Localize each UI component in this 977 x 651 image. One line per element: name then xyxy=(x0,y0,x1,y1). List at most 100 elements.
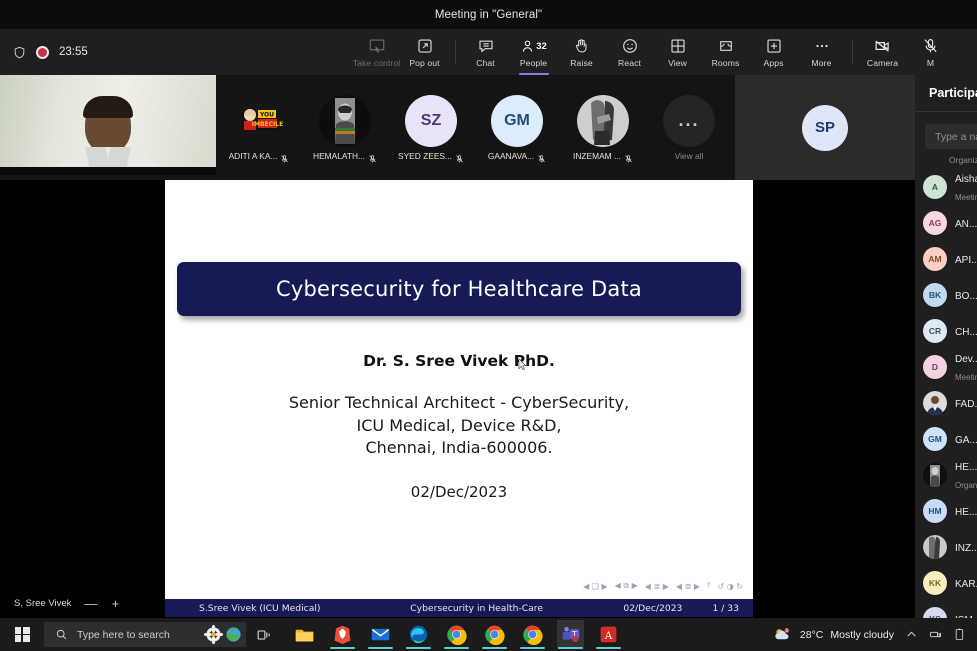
avatar: YOU IMBECILE xyxy=(233,94,285,147)
participant-list-item[interactable]: KK KAR... xyxy=(915,565,977,601)
participant-list-item[interactable]: AG AN... xyxy=(915,205,977,241)
show-hidden-icons-button[interactable] xyxy=(905,628,918,641)
taskbar-app-brave[interactable] xyxy=(329,620,356,649)
toolbar-take-control-button[interactable]: Take control xyxy=(353,30,401,74)
participant-list-item[interactable]: GM GA... xyxy=(915,421,977,457)
toolbar-mic-button[interactable]: M xyxy=(907,30,955,74)
avatar-initials: HM xyxy=(928,506,942,516)
self-video-tile[interactable] xyxy=(0,75,216,175)
windows-start-icon xyxy=(14,627,30,642)
footer-author: S.Sree Vivek (ICU Medical) xyxy=(199,602,321,614)
avatar: KK xyxy=(923,571,947,595)
battery-button[interactable] xyxy=(954,628,967,641)
toolbar-raise-hand-button[interactable]: Raise xyxy=(558,30,606,74)
spotlight-participant-panel[interactable]: SP xyxy=(735,75,915,180)
footer-date: 02/Dec/2023 xyxy=(623,602,683,614)
presentation-slide[interactable]: Cybersecurity for Healthcare Data Dr. S.… xyxy=(165,180,753,617)
participant-name: API... xyxy=(955,255,977,266)
avatar-initials: GM xyxy=(928,434,942,444)
shield-icon xyxy=(13,45,26,60)
taskbar-app-edge[interactable] xyxy=(405,620,432,649)
self-video-shadow xyxy=(0,167,216,175)
participant-name: BO... xyxy=(955,291,977,302)
participant-name: GAANAVA... xyxy=(487,150,535,161)
participant-tiles: YOU IMBECILE ADITI A KA... HEMALATH... S… xyxy=(216,75,735,180)
toolbar-view-label: View xyxy=(668,57,687,68)
nav-symbol-subsection[interactable]: ◀ ≣ ▶ xyxy=(645,582,669,591)
taskbar-app-teams[interactable]: T xyxy=(557,620,584,649)
taskbar-app-file-explorer[interactable] xyxy=(291,620,318,649)
toolbar-center-group: Take control Pop out Chat 32 People Rais… xyxy=(330,30,977,75)
participant-search-input[interactable]: Type a name xyxy=(925,124,977,149)
footer-title: Cybersecurity in Health-Care xyxy=(410,602,544,614)
toolbar-more-button[interactable]: More xyxy=(798,30,846,74)
toolbar-react-button[interactable]: React xyxy=(606,30,654,74)
toolbar-chat-button[interactable]: Chat xyxy=(462,30,510,74)
participant-text: GA... xyxy=(955,430,977,448)
file-explorer-icon xyxy=(295,629,314,642)
tile-label-row: GAANAVA... xyxy=(487,150,546,162)
nav-symbol-section[interactable]: ◀ ≣ ▶ xyxy=(676,582,700,591)
avatar-initials: KK xyxy=(928,578,942,588)
toolbar-pop-out-button[interactable]: Pop out xyxy=(401,30,449,74)
taskbar-app-chrome-1[interactable] xyxy=(443,620,470,649)
toolbar-apps-button[interactable]: Apps xyxy=(750,30,798,74)
taskbar-weather-widget[interactable]: 1 28°C Mostly cloudy xyxy=(772,625,894,644)
participant-name: ADITI A KA... xyxy=(228,150,278,161)
participant-text: Dev... Meeting xyxy=(955,349,977,385)
participant-list-item[interactable]: AM API... xyxy=(915,241,977,277)
avatar: GM xyxy=(923,427,947,451)
affiliation-line-2: ICU Medical, Device R&D, xyxy=(356,415,562,435)
task-view-button[interactable] xyxy=(246,627,282,643)
toolbar-apps-label: Apps xyxy=(763,57,784,68)
taskbar-search-input[interactable]: Type here to search xyxy=(44,622,246,647)
svg-text:YOU: YOU xyxy=(259,111,274,118)
participant-list-item[interactable]: A Aisha... Meeting xyxy=(915,169,977,205)
taskbar-app-chrome-3[interactable] xyxy=(519,620,546,649)
toolbar-people-button[interactable]: 32 People xyxy=(510,30,558,75)
participant-list-item[interactable]: BK BO... xyxy=(915,277,977,313)
participant-list-item[interactable]: HE... Organ xyxy=(915,457,977,493)
raise-hand-icon xyxy=(573,37,590,56)
window-title: Meeting in "General" xyxy=(434,8,543,21)
beamer-navigation-symbols[interactable]: ◀ ❑ ▶ ◀ ⧉ ▶ ◀ ≣ ▶ ◀ ≣ ▶ ⤒ ↺ ◑ ↻ xyxy=(583,581,743,591)
participant-list-item[interactable]: FAD... xyxy=(915,385,977,421)
participant-role: Organ xyxy=(955,481,977,490)
nav-symbol-slide[interactable]: ◀ ❑ ▶ xyxy=(583,582,608,591)
avatar: HM xyxy=(923,499,947,523)
toolbar-take-control-label: Take control xyxy=(352,57,401,68)
participant-tile[interactable]: HEMALATH... xyxy=(302,75,388,180)
participant-tile[interactable]: INZEMAM ... xyxy=(560,75,646,180)
zoom-out-button[interactable]: — xyxy=(84,596,97,611)
participant-tile[interactable]: GM GAANAVA... xyxy=(474,75,560,180)
start-button[interactable] xyxy=(0,618,44,651)
participant-list-item[interactable]: HM HE... xyxy=(915,493,977,529)
view-all-tile[interactable]: ... View all xyxy=(646,75,732,180)
taskbar-app-acrobat[interactable]: A xyxy=(595,620,622,649)
google-chrome-icon xyxy=(447,625,467,645)
participant-text: CH... xyxy=(955,322,977,340)
avatar xyxy=(319,94,371,147)
participant-list-item[interactable]: INZ... xyxy=(915,529,977,565)
zoom-in-button[interactable]: + xyxy=(109,596,121,611)
nav-symbol-doc[interactable]: ⤒ xyxy=(707,581,711,591)
participant-list-item[interactable]: KS ISM... xyxy=(915,601,977,618)
taskbar-app-mail[interactable] xyxy=(367,620,394,649)
toolbar-view-button[interactable]: View xyxy=(654,30,702,74)
nav-symbol-back-find-forward[interactable]: ↺ ◑ ↻ xyxy=(718,582,743,591)
mail-icon xyxy=(371,628,390,641)
participant-tile[interactable]: YOU IMBECILE ADITI A KA... xyxy=(216,75,302,180)
network-button[interactable] xyxy=(929,628,943,641)
partly-cloudy-icon: 1 xyxy=(775,628,790,640)
participant-name: FAD... xyxy=(955,399,977,410)
toolbar-people-label: People xyxy=(519,57,548,68)
avatar: SZ xyxy=(405,94,457,147)
participant-list-item[interactable]: D Dev... Meeting xyxy=(915,349,977,385)
participant-list-item[interactable]: CR CH... xyxy=(915,313,977,349)
nav-symbol-frame[interactable]: ◀ ⧉ ▶ xyxy=(615,581,638,591)
toolbar-camera-button[interactable]: Camera xyxy=(859,30,907,74)
toolbar-more-label: More xyxy=(811,57,832,68)
taskbar-app-chrome-2[interactable] xyxy=(481,620,508,649)
participant-tile[interactable]: SZ SYED ZEES... xyxy=(388,75,474,180)
toolbar-rooms-button[interactable]: Rooms xyxy=(702,30,750,74)
